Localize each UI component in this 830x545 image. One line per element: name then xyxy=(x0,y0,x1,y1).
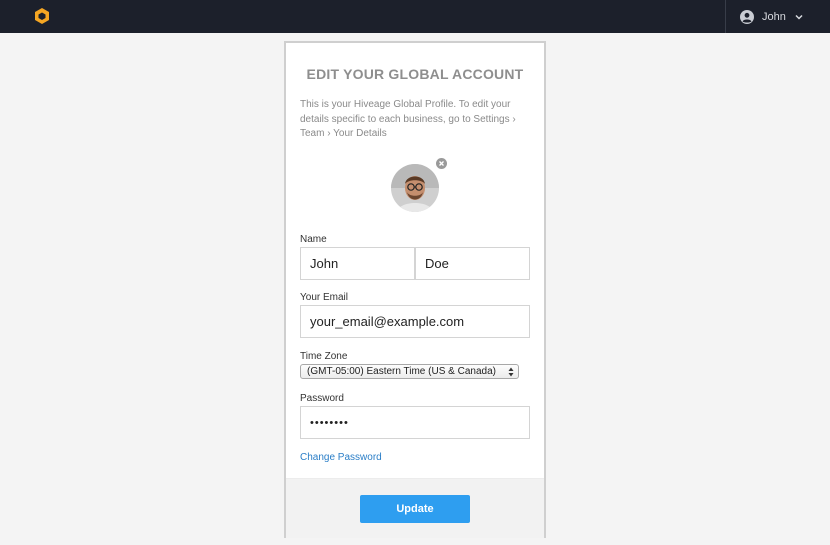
change-password-link[interactable]: Change Password xyxy=(300,452,382,463)
user-menu[interactable]: John xyxy=(725,0,830,33)
first-name-field[interactable]: John xyxy=(300,247,415,280)
profile-photo[interactable] xyxy=(391,164,439,212)
hexagon-logo-icon[interactable] xyxy=(33,7,51,25)
card-footer: Update xyxy=(286,478,544,538)
password-label: Password xyxy=(300,393,344,404)
user-name: John xyxy=(762,10,786,23)
page-title: EDIT YOUR GLOBAL ACCOUNT xyxy=(306,66,524,82)
last-name-field[interactable]: Doe xyxy=(415,247,530,280)
password-field[interactable]: •••••••• xyxy=(300,406,530,439)
profile-description: This is your Hiveage Global Profile. To … xyxy=(300,99,516,139)
email-label: Your Email xyxy=(300,292,348,303)
user-circle-icon xyxy=(740,9,754,24)
account-card: EDIT YOUR GLOBAL ACCOUNT This is your Hi… xyxy=(284,41,546,538)
top-bar: John xyxy=(0,0,830,33)
chevron-down-icon xyxy=(795,14,803,20)
timezone-select[interactable]: (GMT-05:00) Eastern Time (US & Canada) xyxy=(300,364,519,379)
close-icon[interactable] xyxy=(436,158,447,169)
profile-photo-image xyxy=(391,164,439,212)
name-label: Name xyxy=(300,234,327,245)
timezone-value: (GMT-05:00) Eastern Time (US & Canada) xyxy=(307,366,496,377)
timezone-label: Time Zone xyxy=(300,351,348,362)
update-button[interactable]: Update xyxy=(360,495,470,523)
email-field[interactable]: your_email@example.com xyxy=(300,305,530,338)
select-arrows-icon xyxy=(508,367,514,377)
